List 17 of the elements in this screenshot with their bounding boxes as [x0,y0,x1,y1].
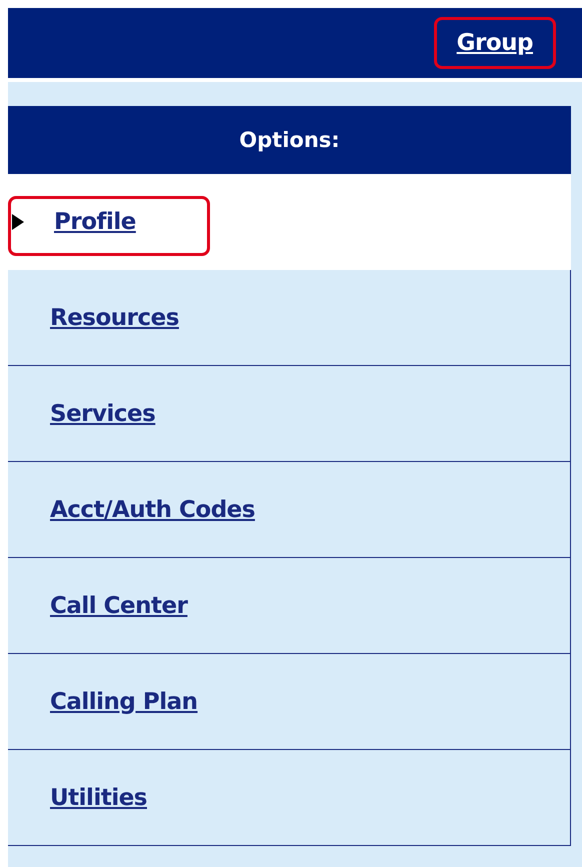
option-link[interactable]: Resources [50,304,179,330]
pointer-icon [12,214,24,230]
option-row[interactable]: Services [8,366,571,462]
option-link[interactable]: Services [50,400,156,426]
option-row[interactable]: Call Center [8,558,571,654]
option-row[interactable]: Profile [8,174,571,270]
option-row[interactable]: Resources [8,270,571,366]
option-link[interactable]: Acct/Auth Codes [50,496,255,522]
option-row[interactable]: Calling Plan [8,654,571,750]
option-link[interactable]: Call Center [50,592,188,618]
option-link[interactable]: Utilities [50,784,147,810]
group-link[interactable]: Group [434,17,556,69]
options-header: Options: [8,106,571,174]
option-link[interactable]: Profile [54,209,136,235]
option-link[interactable]: Calling Plan [50,688,198,714]
option-row[interactable]: Utilities [8,750,571,846]
option-row[interactable]: Acct/Auth Codes [8,462,571,558]
